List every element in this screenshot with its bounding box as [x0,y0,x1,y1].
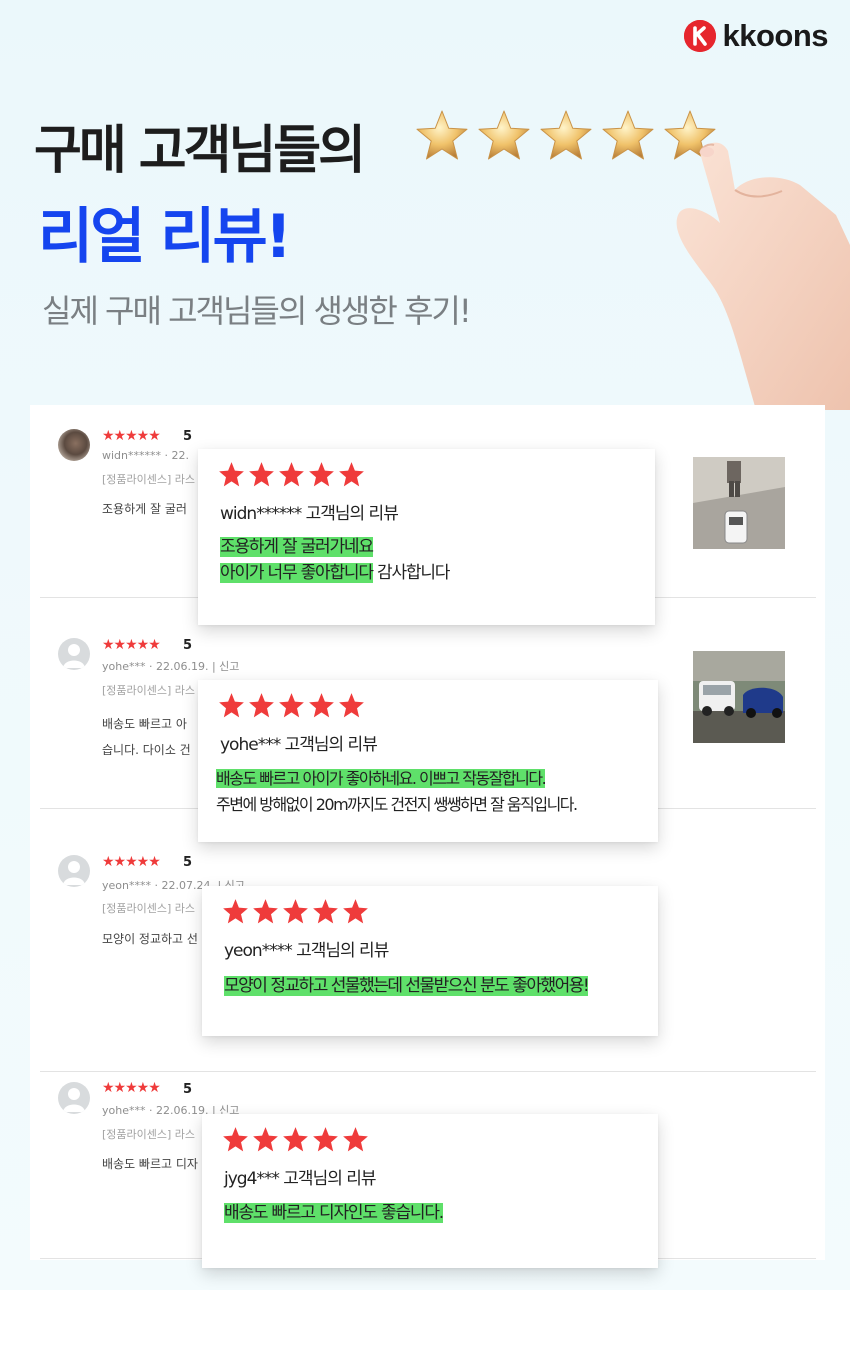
star-icon [343,899,368,924]
rating-score: 5 [183,429,193,444]
review-meta: widn****** · 22. [102,449,189,462]
star-icon [339,693,364,718]
rating-stars: ★★★★★ [102,428,161,444]
star-icon [249,693,274,718]
star-icon [279,462,304,487]
rating-stars: ★★★★★ [102,637,161,653]
star-icon [219,462,244,487]
card-review-line: 조용하게 잘 굴러가네요 [220,534,374,560]
card-reviewer-name: jyg4*** 고객님의 리뷰 [224,1169,377,1189]
review-snippet: 배송도 빠르고 디자 [102,1157,198,1171]
review-highlight-card: yeon**** 고객님의 리뷰 모양이 정교하고 선물했는데 선물받으신 분도… [202,886,658,1036]
card-rating-stars [218,461,365,488]
brand-logo[interactable]: kkoons [684,18,828,54]
star-icon [339,462,364,487]
highlighted-text: 배송도 빠르고 디자인도 좋습니다. [224,1203,444,1223]
avatar [58,638,90,670]
star-icon [309,462,334,487]
star-icon [313,899,338,924]
card-rating-stars [218,692,365,719]
card-review-line: 아이가 너무 좋아합니다 감사합니다 [220,560,450,586]
review-highlight-card: yohe*** 고객님의 리뷰 배송도 빠르고 아이가 좋아하네요. 이쁘고 작… [198,680,658,842]
card-reviewer-name: yeon**** 고객님의 리뷰 [224,941,389,961]
review-highlight-card: jyg4*** 고객님의 리뷰 배송도 빠르고 디자인도 좋습니다. [202,1114,658,1268]
star-icon [249,462,274,487]
star-icon [279,693,304,718]
card-review-line: 주변에 방해없이 20m까지도 건전지 쌩쌩하면 잘 움직입니다. [216,795,578,814]
highlighted-text: 모양이 정교하고 선물했는데 선물받으신 분도 좋아했어용! [224,976,590,996]
rating-stars: ★★★★★ [102,1080,161,1096]
star-icon [253,1127,278,1152]
rating-score: 5 [183,638,193,653]
card-review-line: 모양이 정교하고 선물했는데 선물받으신 분도 좋아했어용! [224,973,590,999]
card-reviewer-name: widn****** 고객님의 리뷰 [220,504,399,524]
gold-star-icon [416,110,468,160]
card-rating-stars [222,898,369,925]
hero-subtitle: 실제 구매 고객님들의 생생한 후기! [42,292,472,330]
highlighted-text: 조용하게 잘 굴러가네요 [220,537,374,557]
hand-holding-star-image [676,142,850,410]
gold-star-icon [602,110,654,160]
highlighted-text: 아이가 너무 좋아합니다 [220,563,374,583]
avatar [58,1082,90,1114]
star-icon [223,1127,248,1152]
hero-title-line2: 리얼 리뷰! [38,202,292,272]
star-icon [309,693,334,718]
star-icon [219,693,244,718]
review-photo-thumbnail[interactable] [693,457,785,549]
card-rating-stars [222,1126,369,1153]
review-snippet: 습니다. 다이소 건 [102,743,191,757]
product-option-badge: [정품라이센스] 라스 [102,473,196,486]
brand-mark-icon [684,20,717,52]
card-reviewer-name: yohe*** 고객님의 리뷰 [220,735,378,755]
highlighted-text: 배송도 빠르고 아이가 좋아하네요. 이쁘고 작동잘합니다. [216,769,547,788]
brand-name: kkoons [722,18,828,53]
product-option-badge: [정품라이센스] 라스 [102,684,196,697]
rating-score: 5 [183,855,193,870]
product-option-badge: [정품라이센스] 라스 [102,1128,196,1141]
review-snippet: 모양이 정교하고 선 [102,932,198,946]
star-icon [283,1127,308,1152]
hero-title-line1: 구매 고객님들의 [34,121,366,181]
card-review-line: 배송도 빠르고 아이가 좋아하네요. 이쁘고 작동잘합니다. [216,766,547,792]
avatar [58,429,90,461]
gold-star-icon [478,110,530,160]
review-highlight-card: widn****** 고객님의 리뷰 조용하게 잘 굴러가네요 아이가 너무 좋… [198,449,655,625]
star-icon [223,899,248,924]
review-meta: yohe*** · 22.06.19. | 신고 [102,660,240,673]
star-icon [343,1127,368,1152]
card-review-line: 배송도 빠르고 디자인도 좋습니다. [224,1200,444,1226]
star-icon [253,899,278,924]
product-option-badge: [정품라이센스] 라스 [102,902,196,915]
star-icon [313,1127,338,1152]
rating-stars: ★★★★★ [102,854,161,870]
avatar [58,855,90,887]
rating-score: 5 [183,1082,193,1097]
review-photo-thumbnail[interactable] [693,651,785,743]
star-icon [283,899,308,924]
review-snippet: 조용하게 잘 굴러 [102,502,187,516]
gold-star-icon [540,110,592,160]
plain-text: 감사합니다 [372,563,450,583]
review-snippet: 배송도 빠르고 아 [102,717,187,731]
